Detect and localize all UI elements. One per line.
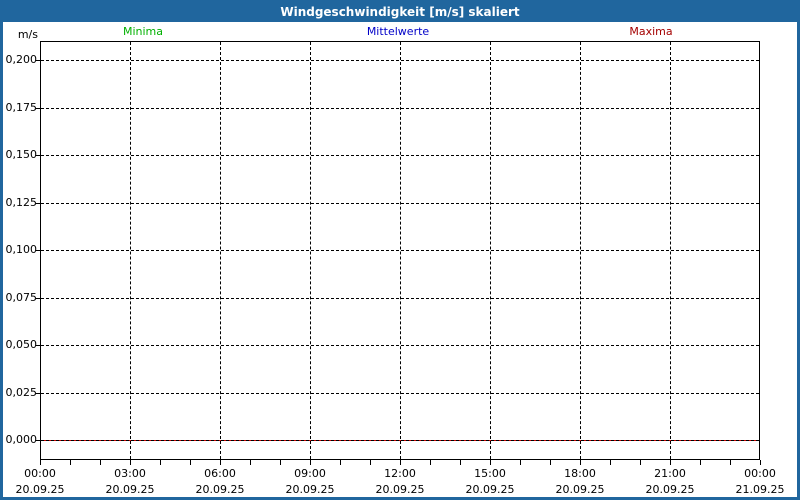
h-gridline <box>41 298 759 299</box>
x-tick-mark <box>580 460 581 465</box>
h-gridline <box>41 108 759 109</box>
x-tick-mark <box>130 460 131 465</box>
x-tick-mark <box>550 460 551 465</box>
x-tick-mark <box>160 460 161 465</box>
x-tick-time: 00:00 <box>744 468 776 480</box>
x-tick-date: 20.09.25 <box>16 484 65 496</box>
x-tick-mark <box>490 460 491 465</box>
legend-mittelwerte-label: Mittelwerte <box>367 25 429 38</box>
title-bar: Windgeschwindigkeit [m/s] skaliert <box>3 3 797 22</box>
x-axis-ticks <box>40 460 761 466</box>
y-tick-label: 0,200 <box>3 54 37 66</box>
y-tick-label: 0,175 <box>3 102 37 114</box>
x-tick-date: 20.09.25 <box>556 484 605 496</box>
x-tick-date: 21.09.25 <box>736 484 785 496</box>
x-tick-date: 20.09.25 <box>646 484 695 496</box>
x-tick-mark <box>460 460 461 465</box>
legend-maxima-label: Maxima <box>629 25 672 38</box>
x-tick-date: 20.09.25 <box>376 484 425 496</box>
x-tick-time: 09:00 <box>294 468 326 480</box>
x-tick-time: 15:00 <box>474 468 506 480</box>
x-tick-mark <box>310 460 311 465</box>
x-tick-mark <box>610 460 611 465</box>
h-gridline <box>41 250 759 251</box>
x-tick-mark <box>340 460 341 465</box>
x-tick-mark <box>70 460 71 465</box>
x-tick-time: 00:00 <box>24 468 56 480</box>
chart-window: Windgeschwindigkeit [m/s] skaliert Minim… <box>0 0 800 500</box>
y-tick-label: 0,100 <box>3 244 37 256</box>
x-tick-date: 20.09.25 <box>286 484 335 496</box>
x-tick-mark <box>40 460 41 465</box>
y-tick-label: 0,025 <box>3 387 37 399</box>
x-tick-time: 21:00 <box>654 468 686 480</box>
x-tick-date: 20.09.25 <box>466 484 515 496</box>
legend-minima-label: Minima <box>123 25 163 38</box>
h-gridline <box>41 345 759 346</box>
x-tick-time: 18:00 <box>564 468 596 480</box>
h-gridline <box>41 203 759 204</box>
x-tick-time: 06:00 <box>204 468 236 480</box>
chart-title: Windgeschwindigkeit [m/s] skaliert <box>280 5 519 19</box>
x-tick-mark <box>250 460 251 465</box>
x-tick-mark <box>520 460 521 465</box>
x-tick-mark <box>730 460 731 465</box>
zero-gridline-overlay <box>41 440 759 441</box>
y-tick-label: 0,125 <box>3 197 37 209</box>
x-tick-date: 20.09.25 <box>106 484 155 496</box>
h-gridline <box>41 155 759 156</box>
h-gridline <box>41 393 759 394</box>
h-gridline <box>41 60 759 61</box>
x-tick-mark <box>760 460 761 465</box>
y-tick-label: 0,000 <box>3 434 37 446</box>
x-tick-mark <box>220 460 221 465</box>
x-tick-time: 03:00 <box>114 468 146 480</box>
x-tick-mark <box>280 460 281 465</box>
x-tick-mark <box>190 460 191 465</box>
x-tick-mark <box>370 460 371 465</box>
x-tick-mark <box>640 460 641 465</box>
x-tick-mark <box>670 460 671 465</box>
y-tick-label: 0,075 <box>3 292 37 304</box>
x-tick-mark <box>400 460 401 465</box>
plot-area <box>40 41 760 460</box>
x-tick-mark <box>430 460 431 465</box>
x-tick-time: 12:00 <box>384 468 416 480</box>
x-tick-mark <box>100 460 101 465</box>
x-tick-mark <box>700 460 701 465</box>
y-tick-label: 0,050 <box>3 339 37 351</box>
x-tick-date: 20.09.25 <box>196 484 245 496</box>
y-tick-label: 0,150 <box>3 149 37 161</box>
y-axis-unit-label: m/s <box>3 29 38 41</box>
